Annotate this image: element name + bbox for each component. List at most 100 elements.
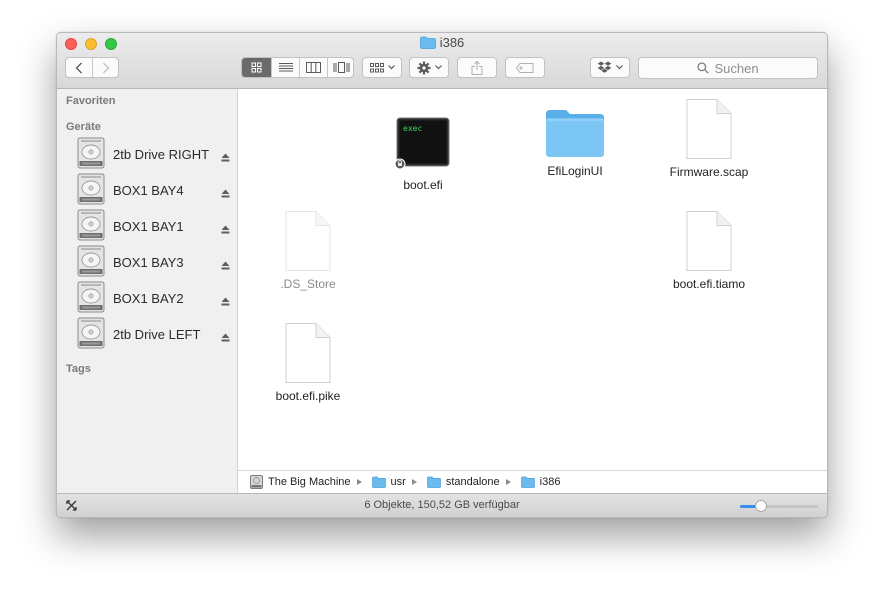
path-separator-icon [411,479,417,485]
gear-icon [417,61,430,74]
list-view-button[interactable] [271,58,299,77]
document-icon [285,323,331,383]
window-title: i386 [57,35,827,52]
cover-flow-view-button[interactable] [327,58,354,77]
chevron-down-icon [616,65,623,70]
slider-knob[interactable] [755,500,768,512]
cover-flow-icon [333,62,349,73]
arrange-grid-icon [369,62,384,72]
sidebar-section-tags[interactable]: Tags [66,363,91,375]
eject-icon[interactable] [221,185,230,203]
dropbox-button[interactable] [590,57,630,78]
path-item-label: usr [390,476,406,488]
eject-icon[interactable] [221,293,230,311]
sidebar-item-label: 2tb Drive RIGHT [113,147,210,162]
search-field[interactable]: Suchen [638,57,818,79]
icon-view-button[interactable] [242,58,271,77]
window-title-text: i386 [439,35,465,50]
sidebar-item-label: BOX1 BAY4 [113,183,184,198]
list-icon [278,63,293,72]
icon-grid-icon [251,62,262,73]
path-separator-icon [505,479,511,485]
column-view-button[interactable] [299,58,327,77]
chevron-right-icon [103,62,110,73]
sidebar-item-device[interactable]: 2tb Drive LEFT [57,317,237,351]
chevron-left-icon [75,62,82,73]
exec-label: exec [403,124,422,133]
path-item-drive[interactable]: The Big Machine [250,475,351,489]
icon-size-slider[interactable] [740,500,818,512]
folder-item[interactable]: EfiLoginUI [525,106,625,178]
sidebar-item-device[interactable]: BOX1 BAY2 [57,281,237,315]
search-placeholder: Suchen [714,60,759,76]
share-button[interactable] [457,57,497,78]
status-bar: 6 Objekte, 150,52 GB verfügbar [57,493,827,517]
folder-icon [546,110,604,157]
file-name: boot.efi.pike [275,389,341,403]
hard-drive-icon [77,281,105,318]
file-item[interactable]: boot.efi.pike [258,322,358,403]
chevron-down-icon [387,65,395,70]
hard-drive-icon [77,245,105,282]
folder-icon [419,36,436,52]
action-menu-button[interactable] [409,57,449,78]
sidebar-item-label: BOX1 BAY1 [113,219,184,234]
columns-icon [306,62,321,73]
path-item-label: i386 [539,476,561,488]
back-button[interactable] [66,58,92,77]
eject-icon[interactable] [221,257,230,275]
path-item-standalone[interactable]: standalone [426,476,500,488]
sidebar-item-device[interactable]: BOX1 BAY1 [57,209,237,243]
chevron-down-icon [434,65,442,70]
finder-window: i386 Suchen Favoriten Geräte 2tb Drive R… [56,32,828,518]
share-icon [471,60,483,75]
tag-icon [516,62,534,73]
file-item[interactable]: exec boot.efi [373,115,473,192]
sidebar-item-label: BOX1 BAY2 [113,291,184,306]
sidebar-item-device[interactable]: 2tb Drive RIGHT [57,137,237,171]
path-item-label: The Big Machine [268,476,351,488]
hard-drive-icon [77,137,105,174]
folder-icon [520,476,535,488]
sidebar-item-label: BOX1 BAY3 [113,255,184,270]
file-item[interactable]: .DS_Store [258,210,358,291]
sidebar-section-favorites[interactable]: Favoriten [66,95,116,107]
status-text: 6 Objekte, 150,52 GB verfügbar [364,499,520,511]
file-name: .DS_Store [280,277,336,291]
hard-drive-icon [77,209,105,246]
exec-icon: exec [394,117,450,170]
file-name: Firmware.scap [669,165,749,179]
sidebar-section-devices[interactable]: Geräte [66,121,101,133]
path-item-usr[interactable]: usr [371,476,406,488]
title-bar: i386 Suchen [57,33,827,89]
folder-icon [426,476,441,488]
sidebar-item-label: 2tb Drive LEFT [113,327,201,342]
search-icon [697,62,710,74]
sidebar-item-device[interactable]: BOX1 BAY4 [57,173,237,207]
file-name: boot.efi [403,178,443,192]
path-bar: The Big Machine usr standalone i386 [238,470,827,493]
document-icon [686,211,732,271]
path-item-i386[interactable]: i386 [520,476,561,488]
path-item-label: standalone [445,476,500,488]
eject-icon[interactable] [221,221,230,239]
arrange-button[interactable] [362,57,402,78]
path-separator-icon [356,479,362,485]
sidebar-item-device[interactable]: BOX1 BAY3 [57,245,237,279]
file-item[interactable]: Firmware.scap [659,98,759,179]
file-name: EfiLoginUI [547,164,603,178]
hard-drive-icon [250,475,263,489]
tags-button[interactable] [505,57,545,78]
hard-drive-icon [77,173,105,210]
file-name: boot.efi.tiamo [672,277,746,291]
eject-icon[interactable] [221,149,230,167]
document-icon [686,99,732,159]
document-icon [285,211,331,271]
eject-icon[interactable] [221,329,230,347]
view-mode-control [241,57,354,78]
forward-button[interactable] [92,58,119,77]
folder-icon [371,476,386,488]
file-item[interactable]: boot.efi.tiamo [659,210,759,291]
hard-drive-icon [77,317,105,354]
file-area: exec boot.efi EfiLoginUI Firmware.scap .… [238,89,827,470]
